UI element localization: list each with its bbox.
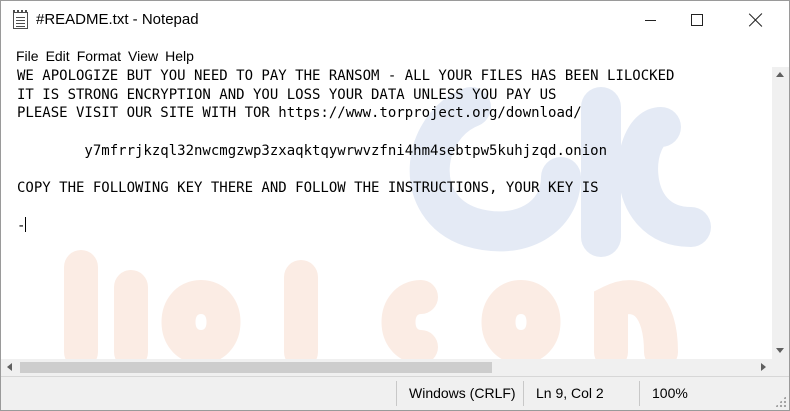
document-line: - xyxy=(17,217,26,234)
text-editor[interactable]: WE APOLOGIZE BUT YOU NEED TO PAY THE RAN… xyxy=(1,67,772,359)
menu-help[interactable]: Help xyxy=(165,48,194,64)
notepad-window: #README.txt - Notepad File Edit Format V… xyxy=(0,0,790,411)
document-line: PLEASE VISIT OUR SITE WITH TOR https://w… xyxy=(17,105,582,122)
maximize-button[interactable] xyxy=(674,1,720,39)
maximize-icon xyxy=(691,14,703,26)
scroll-down-icon[interactable] xyxy=(776,348,784,353)
document-line: y7mfrrjkzql32nwcmgzwp3zxaqktqywrwvzfni4h… xyxy=(17,142,608,159)
menu-view[interactable]: View xyxy=(128,48,158,64)
status-line-endings: Windows (CRLF) xyxy=(409,385,516,401)
close-icon xyxy=(749,13,763,27)
menu-edit[interactable]: Edit xyxy=(46,48,70,64)
scroll-right-icon[interactable] xyxy=(761,363,766,371)
close-button[interactable] xyxy=(731,1,781,39)
window-title: #README.txt - Notepad xyxy=(36,11,199,28)
vertical-scrollbar[interactable] xyxy=(772,67,789,359)
menu-format[interactable]: Format xyxy=(77,48,121,64)
status-cursor-position: Ln 9, Col 2 xyxy=(536,385,604,401)
scroll-left-icon[interactable] xyxy=(7,363,12,371)
horizontal-scroll-thumb[interactable] xyxy=(20,362,492,373)
status-divider xyxy=(639,381,640,406)
menu-file[interactable]: File xyxy=(16,48,39,64)
status-bar: Windows (CRLF) Ln 9, Col 2 100% xyxy=(1,376,789,410)
scroll-up-icon[interactable] xyxy=(776,72,784,77)
notepad-icon xyxy=(13,10,28,29)
text-cursor xyxy=(25,216,27,232)
resize-grip-icon[interactable] xyxy=(775,396,786,407)
status-divider xyxy=(396,381,397,406)
minimize-button[interactable] xyxy=(627,1,673,39)
scrollbar-corner xyxy=(772,359,789,376)
minimize-icon xyxy=(644,19,656,21)
document-line: COPY THE FOLLOWING KEY THERE AND FOLLOW … xyxy=(17,180,599,197)
status-divider xyxy=(523,381,524,406)
document-line: WE APOLOGIZE BUT YOU NEED TO PAY THE RAN… xyxy=(17,68,675,84)
menu-bar: File Edit Format View Help xyxy=(1,45,201,67)
document-line: IT IS STRONG ENCRYPTION AND YOU LOSS YOU… xyxy=(17,86,557,103)
status-zoom: 100% xyxy=(652,385,688,401)
title-bar[interactable]: #README.txt - Notepad xyxy=(1,1,789,39)
document-text[interactable]: WE APOLOGIZE BUT YOU NEED TO PAY THE RAN… xyxy=(17,67,674,235)
horizontal-scrollbar[interactable] xyxy=(1,359,772,376)
